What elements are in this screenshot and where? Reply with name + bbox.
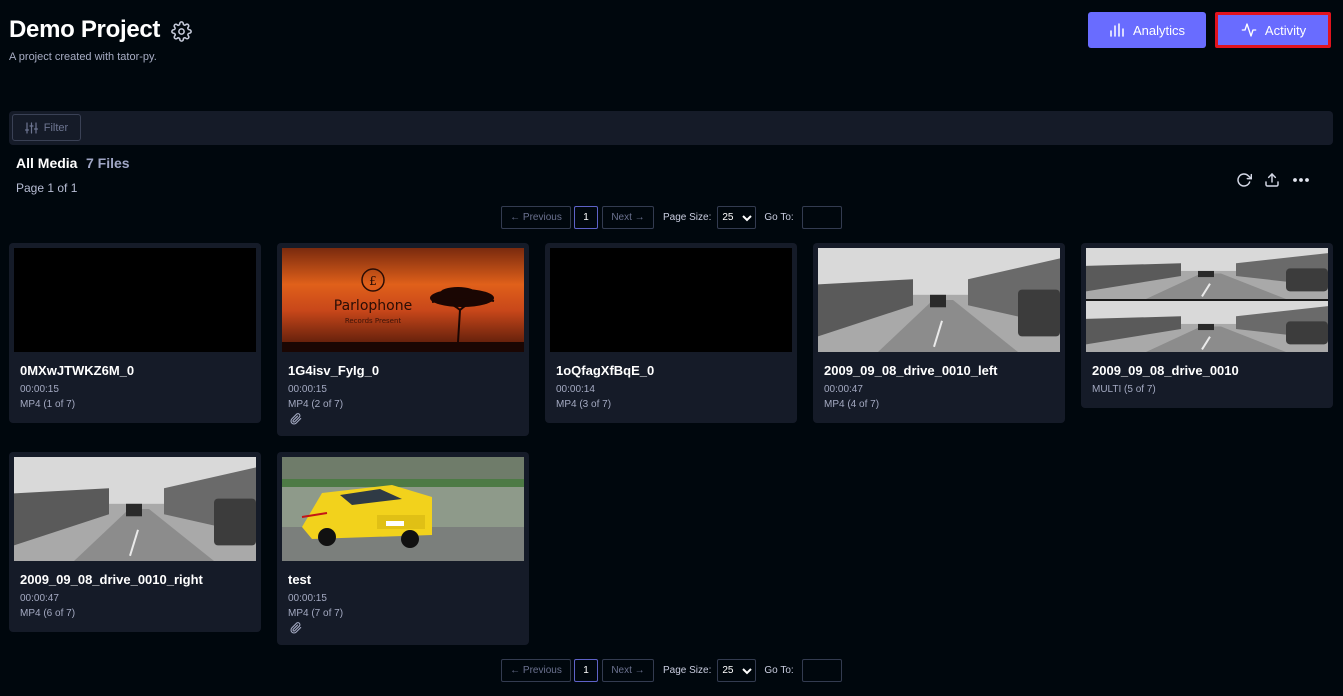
refresh-icon[interactable] xyxy=(1236,172,1252,188)
next-page-button[interactable]: Next → xyxy=(602,659,654,682)
media-card[interactable]: 2009_09_08_drive_0010_left 00:00:47 MP4 (4… xyxy=(813,243,1065,423)
analytics-button[interactable]: Analytics xyxy=(1088,12,1206,48)
media-name[interactable]: 2009_09_08_drive_0010 xyxy=(1092,363,1239,378)
media-thumbnail[interactable] xyxy=(282,457,524,561)
media-duration: 00:00:47 xyxy=(824,384,863,395)
goto-page-input[interactable] xyxy=(801,659,842,682)
more-options-icon[interactable] xyxy=(1292,172,1310,188)
pagination-top: ← Previous 1 Next → Page Size: 25 Go To: xyxy=(501,206,842,229)
activity-button[interactable]: Activity xyxy=(1215,12,1331,48)
page-size-select[interactable]: 25 xyxy=(717,659,757,682)
page-size-value: 25 xyxy=(722,212,734,223)
bar-chart-icon xyxy=(1110,23,1124,37)
media-type: MP4 (1 of 7) xyxy=(20,399,76,410)
previous-page-button[interactable]: ← Previous xyxy=(501,659,571,682)
media-name[interactable]: test xyxy=(288,572,311,587)
media-duration: 00:00:47 xyxy=(20,593,59,604)
media-thumbnail[interactable] xyxy=(550,248,792,352)
chevron-down-icon xyxy=(742,214,753,221)
media-name[interactable]: 2009_09_08_drive_0010_right xyxy=(20,572,203,587)
media-type: MULTI (5 of 7) xyxy=(1092,384,1156,395)
analytics-label: Analytics xyxy=(1132,22,1186,38)
media-name[interactable]: 2009_09_08_drive_0010_left xyxy=(824,363,997,378)
svg-text:£: £ xyxy=(369,274,377,288)
upload-icon[interactable] xyxy=(1264,172,1280,188)
media-type: MP4 (3 of 7) xyxy=(556,399,612,410)
thumb-brand-text: Parlophone xyxy=(334,298,412,314)
page-size-label: Page Size: xyxy=(663,212,712,223)
pagination-bottom: ← Previous 1 Next → Page Size: 25 Go To: xyxy=(501,659,842,682)
media-card[interactable]: £ Parlophone Records Present 1G4isv_FyIg_0 0… xyxy=(277,243,529,436)
media-name[interactable]: 1G4isv_FyIg_0 xyxy=(288,363,379,378)
page-title: Demo Project xyxy=(9,16,161,43)
page-number-button[interactable]: 1 xyxy=(574,206,598,229)
thumb-brand-subtext: Records Present xyxy=(345,317,402,325)
page-size-label: Page Size: xyxy=(663,665,712,676)
media-type: MP4 (4 of 7) xyxy=(824,399,880,410)
media-card[interactable]: 2009_09_08_drive_0010_right 00:00:47 MP4 (… xyxy=(9,452,261,632)
page-size-value: 25 xyxy=(722,665,734,676)
media-type: MP4 (7 of 7) xyxy=(288,608,344,619)
filter-label: Filter xyxy=(43,121,69,134)
sliders-icon xyxy=(24,121,38,134)
page-number-button[interactable]: 1 xyxy=(574,659,598,682)
activity-pulse-icon xyxy=(1241,23,1257,37)
paperclip-icon[interactable] xyxy=(290,413,302,425)
settings-gear-icon[interactable] xyxy=(171,21,192,42)
media-duration: 00:00:15 xyxy=(288,593,327,604)
activity-label: Activity xyxy=(1264,22,1307,38)
filter-bar: Filter xyxy=(9,111,1333,145)
page-size-select[interactable]: 25 xyxy=(717,206,757,229)
media-thumbnail[interactable] xyxy=(14,457,256,561)
media-type: MP4 (2 of 7) xyxy=(288,399,344,410)
goto-page-input[interactable] xyxy=(801,206,842,229)
paperclip-icon[interactable] xyxy=(290,622,302,634)
previous-page-button[interactable]: ← Previous xyxy=(501,206,571,229)
next-page-button[interactable]: Next → xyxy=(602,206,654,229)
media-thumbnail[interactable]: £ Parlophone Records Present xyxy=(282,248,524,352)
media-card[interactable]: 2009_09_08_drive_0010 MULTI (5 of 7) xyxy=(1081,243,1333,408)
chevron-down-icon xyxy=(742,667,753,674)
section-title: All Media xyxy=(16,155,78,171)
media-type: MP4 (6 of 7) xyxy=(20,608,76,619)
media-thumbnail[interactable] xyxy=(1086,248,1328,352)
media-thumbnail[interactable] xyxy=(818,248,1060,352)
file-count: 7 Files xyxy=(86,155,130,171)
goto-label: Go To: xyxy=(764,665,794,676)
project-description: A project created with tator-py. xyxy=(9,51,157,63)
media-duration: 00:00:15 xyxy=(20,384,59,395)
media-card[interactable]: test 00:00:15 MP4 (7 of 7) xyxy=(277,452,529,645)
media-name[interactable]: 0MXwJTWKZ6M_0 xyxy=(20,363,134,378)
media-name[interactable]: 1oQfagXfBqE_0 xyxy=(556,363,654,378)
media-duration: 00:00:15 xyxy=(288,384,327,395)
goto-label: Go To: xyxy=(764,212,794,223)
filter-button[interactable]: Filter xyxy=(12,114,81,141)
page-info: Page 1 of 1 xyxy=(16,181,78,195)
media-card[interactable]: 0MXwJTWKZ6M_0 00:00:15 MP4 (1 of 7) xyxy=(9,243,261,423)
media-card[interactable]: 1oQfagXfBqE_0 00:00:14 MP4 (3 of 7) xyxy=(545,243,797,423)
media-duration: 00:00:14 xyxy=(556,384,595,395)
media-thumbnail[interactable] xyxy=(14,248,256,352)
